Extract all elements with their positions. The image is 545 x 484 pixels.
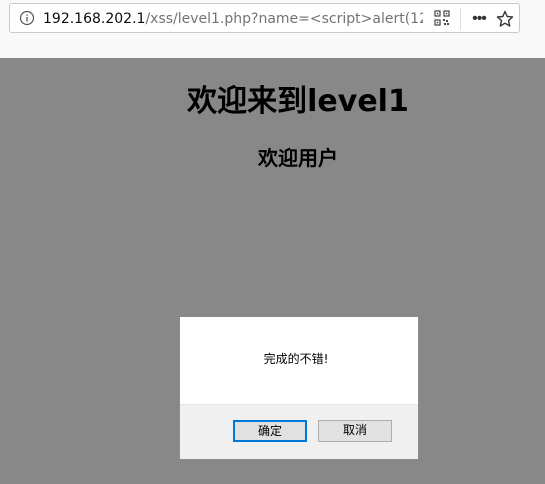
page-title: 欢迎来到level1 — [187, 84, 409, 119]
page-subtitle: 欢迎用户 — [258, 146, 338, 170]
dialog-body: 完成的不错! — [180, 317, 418, 404]
toolbar-divider — [460, 8, 461, 30]
info-icon[interactable] — [19, 10, 35, 26]
url-host: 192.168.202.1 — [43, 11, 146, 27]
qr-code-icon[interactable] — [434, 10, 450, 26]
alert-dialog: 完成的不错! 确定 取消 — [179, 316, 419, 460]
bookmark-star-icon[interactable] — [496, 10, 514, 28]
browser-toolbar: 192.168.202.1/xss/level1.php?name=<scrip… — [0, 0, 545, 58]
url-bar[interactable]: 192.168.202.1/xss/level1.php?name=<scrip… — [9, 3, 520, 33]
url-path: /xss/level1.php?name=<script>alert(123 — [145, 11, 423, 27]
url-text[interactable]: 192.168.202.1/xss/level1.php?name=<scrip… — [43, 10, 423, 28]
ok-button[interactable]: 确定 — [233, 420, 307, 442]
dialog-footer: 确定 取消 — [180, 404, 418, 459]
more-icon[interactable]: ••• — [468, 8, 490, 30]
dialog-message: 完成的不错! — [263, 352, 329, 366]
cancel-button[interactable]: 取消 — [318, 420, 392, 442]
